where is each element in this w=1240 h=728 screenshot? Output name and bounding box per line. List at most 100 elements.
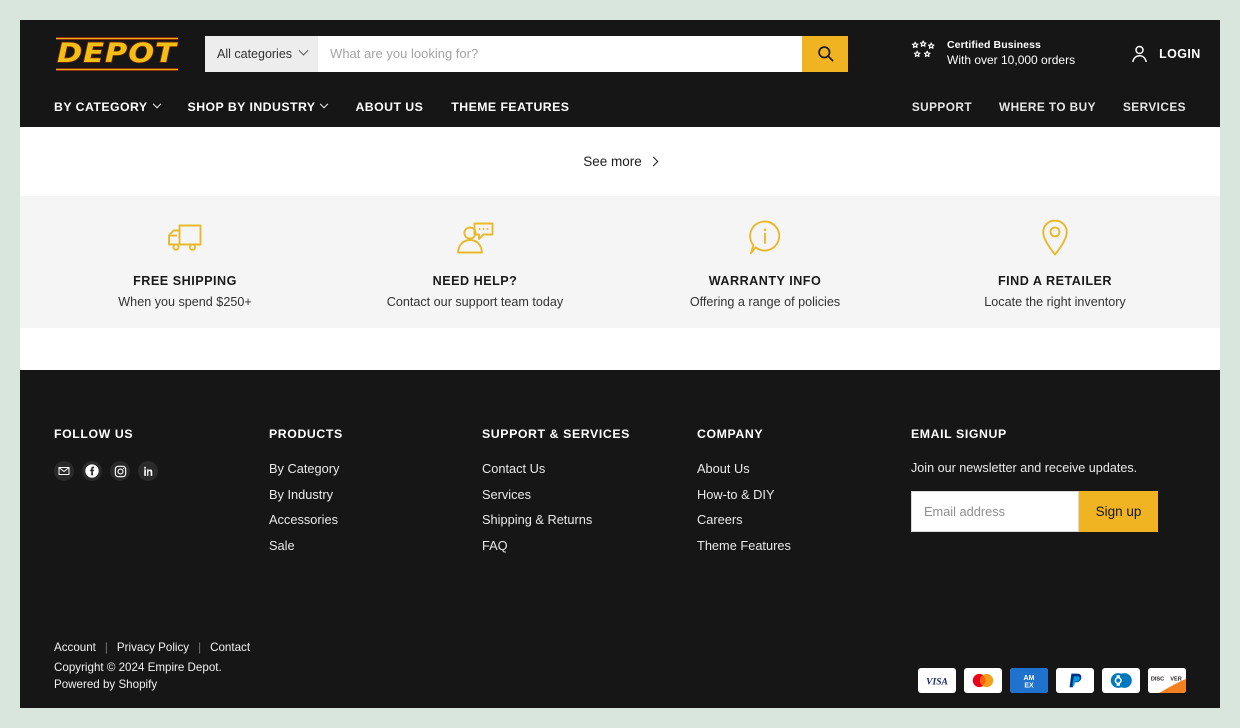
nav-right-group: SUPPORT WHERE TO BUY SERVICES	[912, 100, 1186, 114]
social-link-facebook[interactable]	[82, 461, 102, 481]
certified-business-badge: Certified Business With over 10,000 orde…	[909, 38, 1075, 68]
facebook-icon	[85, 464, 99, 478]
nav-item-where-to-buy[interactable]: WHERE TO BUY	[999, 100, 1096, 114]
nav-item-label: THEME FEATURES	[451, 100, 570, 114]
social-links	[54, 461, 269, 481]
diners-club-icon	[1102, 668, 1140, 693]
footer-heading: FOLLOW US	[54, 427, 134, 441]
feature-title: WARRANTY INFO	[708, 273, 822, 288]
legal-link-privacy-policy[interactable]: Privacy Policy	[117, 641, 189, 654]
footer-legal: Account | Privacy Policy | Contact Copyr…	[54, 641, 250, 693]
see-more-section: See more	[20, 127, 1220, 196]
chevron-down-icon	[152, 99, 161, 109]
svg-text:AM: AM	[1024, 675, 1035, 682]
certified-subtitle: With over 10,000 orders	[947, 53, 1076, 68]
footer-link-by-industry[interactable]: By Industry	[269, 487, 482, 502]
visa-icon: VISA	[918, 668, 956, 693]
site-footer: FOLLOW US PRODUCTS By Category By Indust…	[20, 370, 1220, 708]
footer-link-faq[interactable]: FAQ	[482, 538, 697, 553]
email-signup-form: Sign up	[911, 491, 1184, 532]
feature-icon-wrap	[330, 216, 620, 260]
nav-item-support[interactable]: SUPPORT	[912, 100, 972, 114]
payment-methods: VISA AM EX DISC VER	[918, 668, 1186, 693]
chevron-down-icon	[320, 99, 329, 109]
footer-link-how-to-diy[interactable]: How-to & DIY	[697, 487, 911, 502]
feature-free-shipping[interactable]: FREE SHIPPING When you spend $250+	[40, 216, 330, 309]
feature-warranty-info[interactable]: WARRANTY INFO Offering a range of polici…	[620, 216, 910, 309]
features-section: FREE SHIPPING When you spend $250+ NEED …	[20, 196, 1220, 328]
footer-heading: PRODUCTS	[269, 427, 343, 441]
truck-icon	[168, 224, 202, 251]
white-spacer	[20, 328, 1220, 370]
svg-text:EX: EX	[1024, 683, 1034, 690]
social-link-linkedin[interactable]	[138, 461, 158, 481]
footer-link-sale[interactable]: Sale	[269, 538, 482, 553]
see-more-link[interactable]: See more	[583, 154, 659, 169]
search-icon	[817, 46, 833, 62]
feature-title: FIND A RETAILER	[997, 273, 1113, 288]
discover-icon: DISC VER	[1148, 668, 1186, 693]
search-category-select[interactable]: All categories	[205, 35, 319, 72]
email-input[interactable]	[911, 491, 1079, 532]
footer-link-contact-us[interactable]: Contact Us	[482, 461, 697, 476]
login-button[interactable]: LOGIN	[1129, 43, 1201, 64]
copyright-text: Copyright © 2024 Empire Depot.	[54, 661, 222, 674]
feature-subtitle: Locate the right inventory	[984, 294, 1126, 309]
legal-link-contact[interactable]: Contact	[210, 641, 250, 654]
svg-text:DISC: DISC	[1151, 677, 1164, 683]
footer-column-company: COMPANY About Us How-to & DIY Careers Th…	[697, 427, 911, 563]
mastercard-glyph	[972, 673, 994, 688]
header-top-bar: DEPOT All categories What are you lookin…	[20, 20, 1220, 87]
feature-title: FREE SHIPPING	[133, 273, 237, 288]
search-category-label: All categories	[217, 46, 293, 61]
visa-glyph: VISA	[926, 677, 948, 687]
feature-need-help[interactable]: NEED HELP? Contact our support team toda…	[330, 216, 620, 309]
footer-link-services[interactable]: Services	[482, 487, 697, 502]
nav-item-by-category[interactable]: BY CATEGORY	[54, 99, 161, 114]
nav-item-services[interactable]: SERVICES	[1123, 100, 1186, 114]
paypal-icon	[1056, 668, 1094, 693]
svg-text:VISA: VISA	[926, 677, 948, 687]
search-input[interactable]	[318, 35, 802, 72]
legal-links: Account | Privacy Policy | Contact	[54, 641, 250, 654]
nav-item-shop-by-industry[interactable]: SHOP BY INDUSTRY	[187, 99, 329, 114]
stars-icon	[911, 40, 935, 58]
svg-text:VER: VER	[1170, 677, 1182, 683]
chevron-right-icon	[648, 156, 659, 167]
powered-by-text: Powered by Shopify	[54, 678, 158, 691]
page-container: DEPOT All categories What are you lookin…	[20, 20, 1220, 708]
discover-glyph: DISC VER	[1148, 668, 1186, 693]
social-link-instagram[interactable]	[110, 461, 130, 481]
footer-link-theme-features[interactable]: Theme Features	[697, 538, 911, 553]
nav-item-label: SHOP BY INDUSTRY	[187, 100, 316, 114]
footer-link-by-category[interactable]: By Category	[269, 461, 482, 476]
footer-link-about-us[interactable]: About Us	[697, 461, 911, 476]
mastercard-icon	[964, 668, 1002, 693]
social-link-email[interactable]	[54, 461, 74, 481]
site-header: DEPOT All categories What are you lookin…	[20, 20, 1220, 127]
email-icon	[58, 467, 70, 475]
feature-subtitle: When you spend $250+	[118, 294, 252, 309]
footer-link-accessories[interactable]: Accessories	[269, 512, 482, 527]
paypal-glyph	[1069, 673, 1082, 688]
amex-glyph: AM EX	[1010, 668, 1048, 693]
footer-link-careers[interactable]: Careers	[697, 512, 911, 527]
nav-item-about-us[interactable]: ABOUT US	[355, 100, 423, 114]
footer-column-follow-us: FOLLOW US	[54, 427, 269, 563]
nav-left-group: BY CATEGORY SHOP BY INDUSTRY ABOUT US TH…	[54, 99, 569, 114]
footer-link-shipping-returns[interactable]: Shipping & Returns	[482, 512, 697, 527]
signup-button[interactable]: Sign up	[1079, 491, 1158, 532]
nav-item-label: ABOUT US	[355, 100, 424, 114]
footer-heading: SUPPORT & SERVICES	[482, 427, 630, 441]
linkedin-icon	[143, 466, 152, 476]
feature-find-a-retailer[interactable]: FIND A RETAILER Locate the right invento…	[910, 216, 1200, 309]
footer-heading: EMAIL SIGNUP	[911, 427, 1007, 441]
nav-item-label: BY CATEGORY	[54, 100, 148, 114]
support-chat-icon	[457, 222, 494, 253]
instagram-icon	[114, 465, 126, 477]
legal-link-account[interactable]: Account	[54, 641, 96, 654]
nav-item-theme-features[interactable]: THEME FEATURES	[451, 100, 569, 114]
footer-heading: COMPANY	[697, 427, 764, 441]
search-button[interactable]	[802, 35, 848, 72]
site-logo[interactable]: DEPOT	[54, 34, 180, 74]
